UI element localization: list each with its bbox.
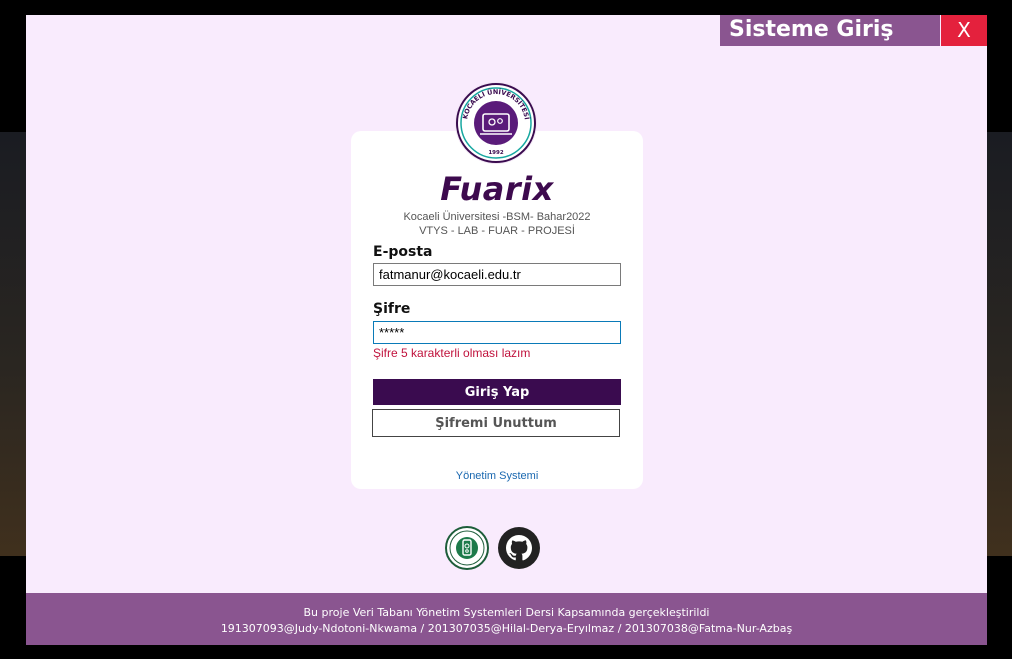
password-label: Şifre: [373, 301, 411, 317]
university-logo-icon[interactable]: [445, 526, 489, 570]
app-title: Fuarix: [440, 170, 554, 208]
footer-authors: 191307093@Judy-Ndotoni-Nkwama / 20130703…: [220, 622, 793, 635]
close-button[interactable]: X: [941, 15, 987, 46]
seal-year: 1992: [488, 150, 503, 156]
email-field[interactable]: [373, 263, 621, 286]
subtitle-university: Kocaeli Üniversitesi -BSM- Bahar2022: [403, 211, 591, 223]
university-seal-icon: KOCAELİ ÜNİVERSİTESİ 1992: [455, 82, 537, 164]
footer-description: Bu proje Veri Tabanı Yönetim Systemleri …: [303, 606, 710, 619]
login-button[interactable]: Giriş Yap: [373, 379, 621, 405]
subtitle-project: VTYS - LAB - FUAR - PROJESİ: [419, 225, 575, 237]
email-label: E-posta: [373, 244, 433, 260]
password-error-message: Şifre 5 karakterli olması lazım: [373, 346, 531, 360]
admin-system-link[interactable]: Yönetim Systemi: [351, 470, 643, 482]
password-field[interactable]: [373, 321, 621, 344]
forgot-password-button[interactable]: Şifremi Unuttum: [372, 409, 620, 437]
footer: Bu proje Veri Tabanı Yönetim Systemleri …: [26, 593, 987, 645]
login-window: Sisteme Giriş X KOCAELİ ÜNİVERSİTESİ 199…: [26, 15, 987, 645]
window-title: Sisteme Giriş: [720, 15, 940, 46]
github-icon[interactable]: [497, 526, 541, 570]
